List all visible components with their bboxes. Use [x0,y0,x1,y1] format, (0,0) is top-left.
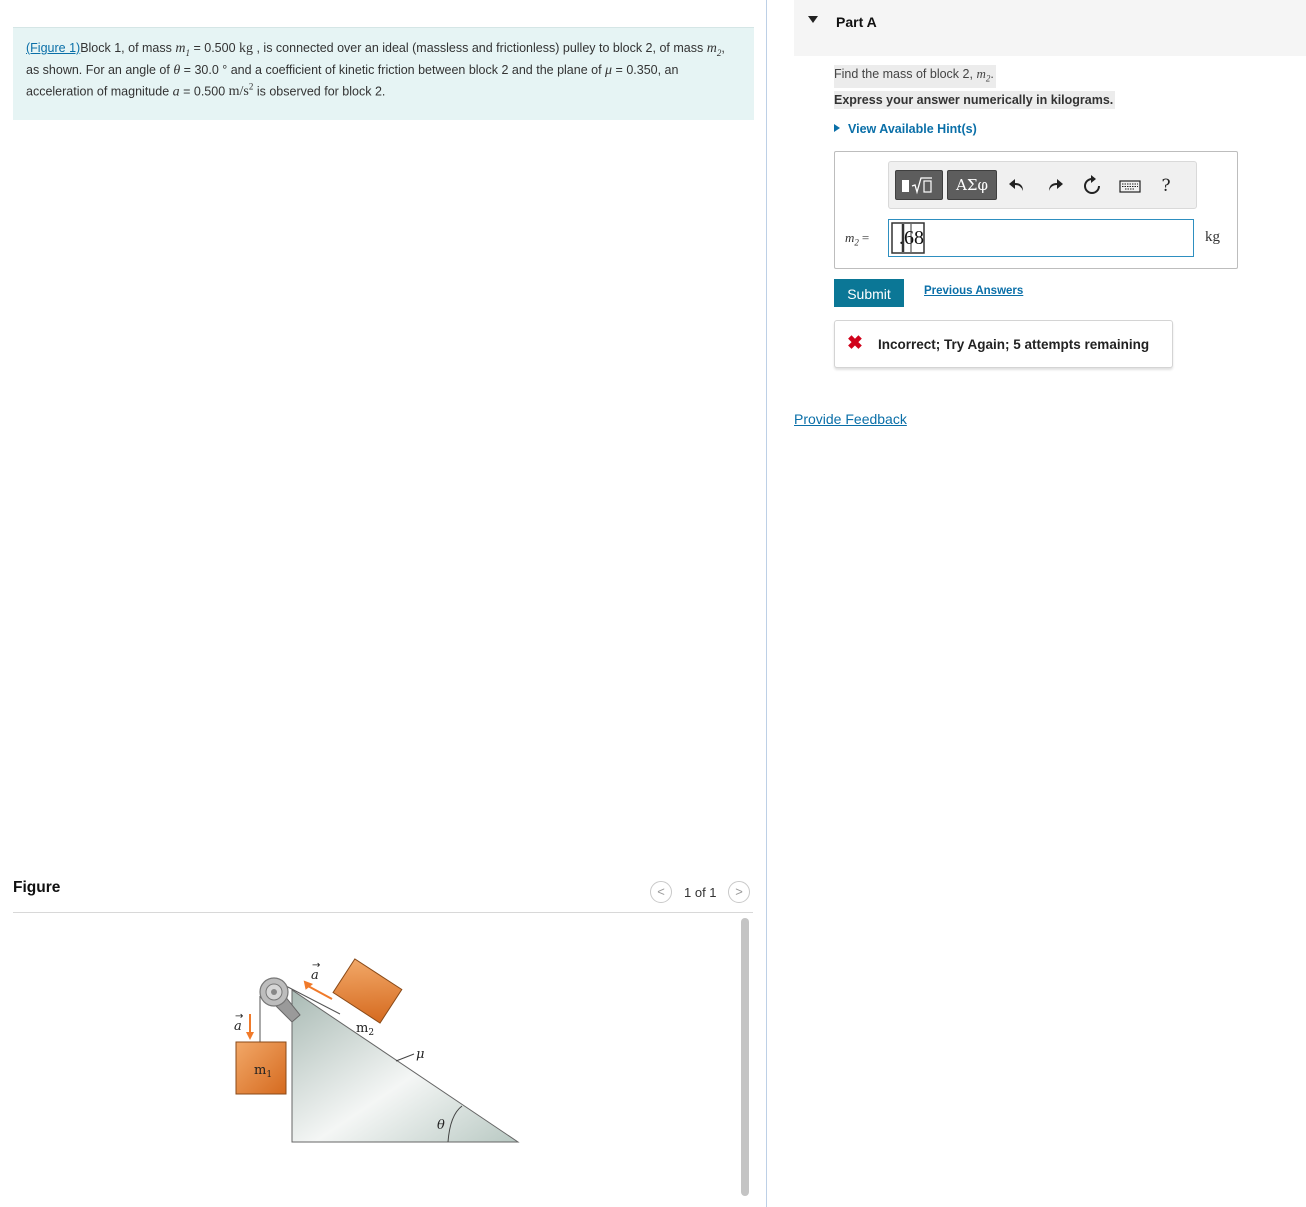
chevron-left-icon: < [657,884,665,899]
column-divider [766,0,767,1207]
problem-text-1: Block 1, of mass [80,41,176,55]
problem-text-5: = 30.0 ° and a coefficient of kinetic fr… [180,62,606,77]
reset-icon[interactable] [1079,173,1105,199]
svg-text:→: → [312,960,320,971]
part-title: Part A [836,14,877,30]
block-2 [332,958,403,1024]
templates-icon [902,177,932,195]
answer-variable-label: m2 = [845,230,870,248]
templates-button[interactable] [895,170,943,200]
answer-instruction: Express your answer numerically in kilog… [834,91,1116,109]
symbols-button[interactable]: ΑΣφ [947,170,997,200]
chevron-right-icon: > [735,884,743,899]
figure-counter: 1 of 1 [684,885,717,900]
keyboard-icon[interactable] [1117,173,1143,199]
label-theta: θ [437,1118,445,1133]
submit-button[interactable]: Submit [834,279,904,307]
m2-symbol: m2 [706,41,722,58]
caret-down-icon[interactable] [808,16,818,23]
mu-pointer [395,1053,415,1062]
view-hints-link[interactable]: View Available Hint(s) [834,122,977,136]
problem-text-2: = 0.500 [190,41,239,55]
problem-text-3: , is connected over an ideal (massless a… [253,41,707,55]
redo-icon[interactable] [1041,173,1067,199]
problem-statement: (Figure 1)Block 1, of mass m1 = 0.500 kg… [13,27,754,120]
figure-prev-button[interactable]: < [650,881,672,903]
unit-kg: kg [239,41,253,56]
answer-unit: kg [1205,229,1220,245]
incline-plane [291,989,520,1143]
answer-input[interactable] [888,219,1194,257]
svg-text:→: → [235,1011,243,1022]
question-text: Find the mass of block 2, m2. [834,65,996,88]
m1-symbol: m1 [175,41,190,58]
a-symbol: a [172,84,180,100]
undo-icon[interactable] [1005,173,1031,199]
label-m2: m2 [356,1021,374,1038]
error-x-icon: ✖ [847,333,863,354]
figure-link[interactable]: (Figure 1) [26,41,80,55]
problem-text-7: = 0.500 [179,84,229,99]
label-mu: μ [416,1047,424,1062]
math-toolbar: ΑΣφ ? [888,161,1197,209]
feedback-text: Incorrect; Try Again; 5 attempts remaini… [878,337,1150,352]
pulley-incline-figure: m1 m2 a → a → μ θ [234,958,520,1143]
arrow-up-incline-icon [307,985,333,1000]
triangle-right-icon [834,124,840,132]
figure-scrollbar[interactable] [741,918,749,1196]
question-var: m2 [976,66,991,84]
figure-next-button[interactable]: > [728,881,750,903]
figure-heading: Figure [13,879,61,896]
figure-divider [13,912,753,913]
previous-answers-link[interactable]: Previous Answers [924,285,1023,297]
unit-accel: m/s2 [228,81,254,100]
help-icon[interactable]: ? [1153,173,1179,199]
provide-feedback-link[interactable]: Provide Feedback [794,411,907,427]
problem-text-8: is observed for block 2. [253,84,386,99]
feedback-message: ✖ Incorrect; Try Again; 5 attempts remai… [834,320,1173,368]
